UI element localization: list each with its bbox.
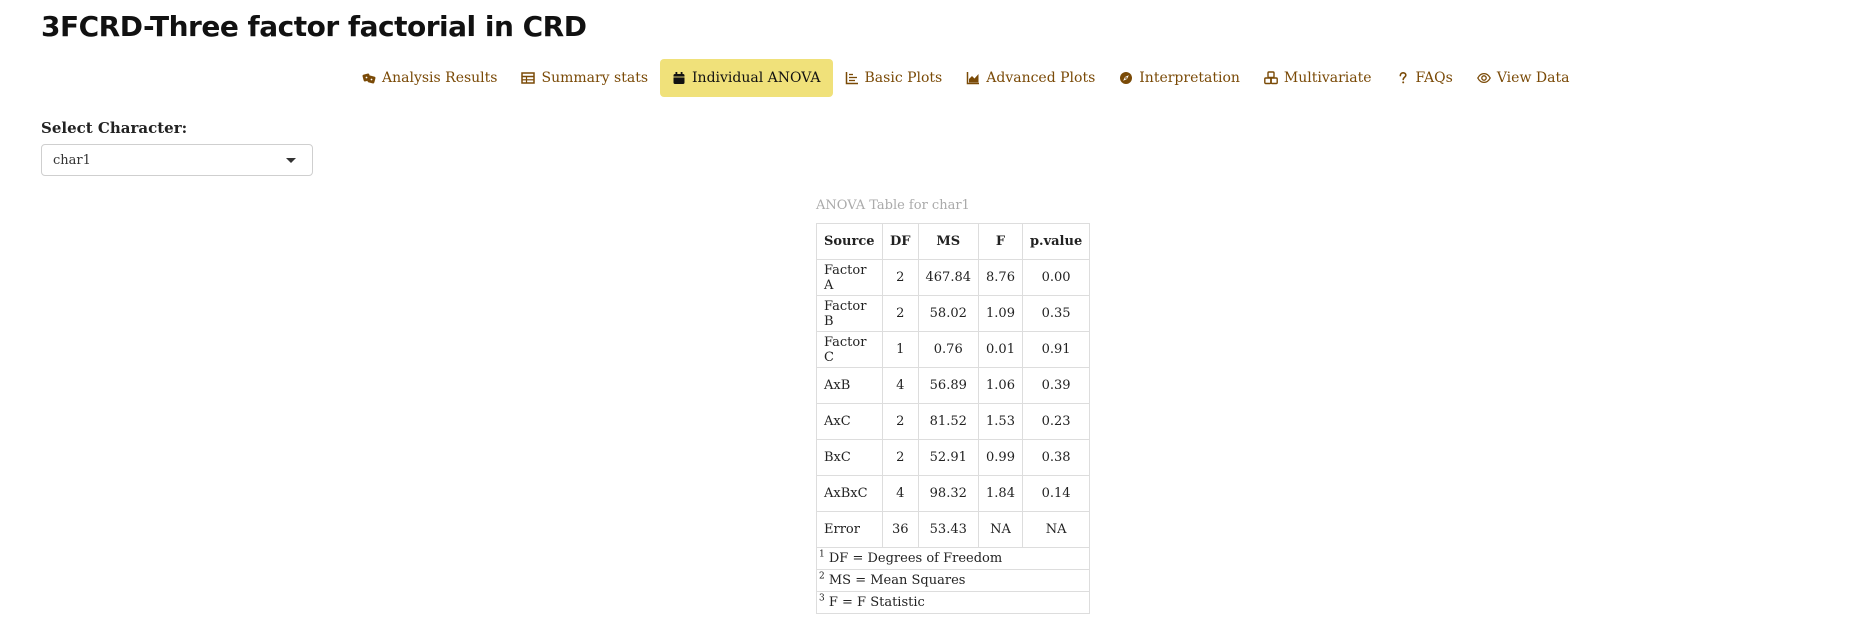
tab-label: Multivariate: [1283, 70, 1372, 86]
table-cell: 467.84: [917, 259, 980, 296]
table-cell: 81.52: [917, 403, 980, 440]
dice-icon: [362, 71, 376, 85]
table-cell: 0.39: [1021, 367, 1091, 404]
column-header: p.value: [1021, 223, 1091, 260]
table-cell: 0.35: [1021, 295, 1091, 332]
select-character-label: Select Character:: [41, 119, 188, 137]
table-row: Factor A 2 467.84 8.76 0.00: [816, 259, 1091, 296]
table-cell: 1: [882, 331, 919, 368]
table-header-row: Source DF MS F p.value: [816, 223, 1091, 260]
column-header: Source: [816, 223, 883, 260]
main-tabs: Analysis Results Summary stats Individua…: [350, 59, 1581, 97]
table-row: Error 36 53.43 NA NA: [816, 511, 1091, 548]
table-cell: 98.32: [917, 475, 980, 512]
table-cell: 8.76: [978, 259, 1023, 296]
tab-basic-plots[interactable]: Basic Plots: [833, 59, 955, 97]
tab-faqs[interactable]: FAQs: [1384, 59, 1465, 97]
footnote-text: DF = Degrees of Freedom: [828, 551, 1003, 566]
table-cell: Factor A: [816, 259, 883, 296]
cubes-icon: [1264, 71, 1278, 85]
table-footnote: 1 DF = Degrees of Freedom: [815, 547, 1091, 570]
tab-label: FAQs: [1415, 70, 1453, 86]
table-cell: Factor B: [816, 295, 883, 332]
table-cell: 0.01: [978, 331, 1023, 368]
table-cell: 2: [882, 295, 919, 332]
table-cell: NA: [1021, 511, 1091, 548]
table-cell: 0.14: [1021, 475, 1091, 512]
table-cell: 2: [882, 259, 919, 296]
table-cell: 1.53: [978, 403, 1023, 440]
anova-table: Source DF MS F p.value Factor A 2 467.84…: [815, 223, 1091, 614]
footnote-text: F = F Statistic: [828, 595, 925, 610]
footnote-mark: 1: [819, 549, 825, 560]
table-row: AxBxC 4 98.32 1.84 0.14: [816, 475, 1091, 512]
table-cell: 4: [882, 475, 919, 512]
tab-label: Basic Plots: [864, 70, 943, 86]
table-cell: 36: [882, 511, 919, 548]
compass-icon: [1119, 71, 1133, 85]
select-character-dropdown[interactable]: char1: [41, 144, 313, 176]
table-cell: 1.84: [978, 475, 1023, 512]
footnote-mark: 2: [819, 571, 825, 582]
tab-individual-anova[interactable]: Individual ANOVA: [660, 59, 833, 97]
table-row: Factor C 1 0.76 0.01 0.91: [816, 331, 1091, 368]
tab-view-data[interactable]: View Data: [1465, 59, 1582, 97]
table-cell: AxB: [816, 367, 883, 404]
table-cell: 58.02: [917, 295, 980, 332]
table-cell: 2: [882, 439, 919, 476]
table-cell: 1.06: [978, 367, 1023, 404]
tab-label: Analysis Results: [382, 70, 498, 86]
area-chart-icon: [966, 71, 980, 85]
table-row: AxC 2 81.52 1.53 0.23: [816, 403, 1091, 440]
tab-label: Interpretation: [1139, 70, 1240, 86]
table-icon: [521, 71, 536, 85]
calendar-icon: [672, 71, 686, 85]
table-cell: AxBxC: [816, 475, 883, 512]
table-cell: 0.38: [1021, 439, 1091, 476]
select-character-value: char1: [53, 152, 91, 168]
table-cell: AxC: [816, 403, 883, 440]
caret-down-icon: [286, 158, 296, 163]
table-cell: 2: [882, 403, 919, 440]
table-row: BxC 2 52.91 0.99 0.38: [816, 439, 1091, 476]
column-header: F: [978, 223, 1023, 260]
table-cell: 53.43: [917, 511, 980, 548]
tab-summary-stats[interactable]: Summary stats: [509, 59, 660, 97]
table-footnote: 3 F = F Statistic: [815, 591, 1091, 614]
tab-analysis-results[interactable]: Analysis Results: [350, 59, 509, 97]
table-cell: 0.00: [1021, 259, 1091, 296]
table-cell: 4: [882, 367, 919, 404]
eye-icon: [1476, 71, 1491, 85]
tab-label: Individual ANOVA: [692, 70, 821, 86]
footnote-mark: 3: [819, 593, 825, 604]
table-cell: NA: [978, 511, 1023, 548]
question-icon: [1396, 71, 1410, 85]
table-cell: Factor C: [816, 331, 883, 368]
column-header: DF: [882, 223, 919, 260]
anova-table-caption: ANOVA Table for char1: [816, 198, 970, 213]
tab-label: Advanced Plots: [986, 70, 1096, 86]
line-chart-icon: [845, 71, 859, 85]
table-cell: 0.91: [1021, 331, 1091, 368]
table-row: AxB 4 56.89 1.06 0.39: [816, 367, 1091, 404]
table-cell: 0.99: [978, 439, 1023, 476]
column-header: MS: [917, 223, 980, 260]
table-cell: 52.91: [917, 439, 980, 476]
table-cell: 0.76: [917, 331, 980, 368]
table-cell: 0.23: [1021, 403, 1091, 440]
table-cell: Error: [816, 511, 883, 548]
tab-label: View Data: [1496, 70, 1570, 86]
tab-label: Summary stats: [541, 70, 649, 86]
tab-advanced-plots[interactable]: Advanced Plots: [954, 59, 1107, 97]
table-cell: 56.89: [917, 367, 980, 404]
table-footnote: 2 MS = Mean Squares: [815, 569, 1091, 592]
table-row: Factor B 2 58.02 1.09 0.35: [816, 295, 1091, 332]
footnote-text: MS = Mean Squares: [828, 573, 966, 588]
tab-interpretation[interactable]: Interpretation: [1107, 59, 1252, 97]
page-title: 3FCRD-Three factor factorial in CRD: [41, 10, 587, 43]
table-cell: BxC: [816, 439, 883, 476]
tab-multivariate[interactable]: Multivariate: [1252, 59, 1384, 97]
table-cell: 1.09: [978, 295, 1023, 332]
